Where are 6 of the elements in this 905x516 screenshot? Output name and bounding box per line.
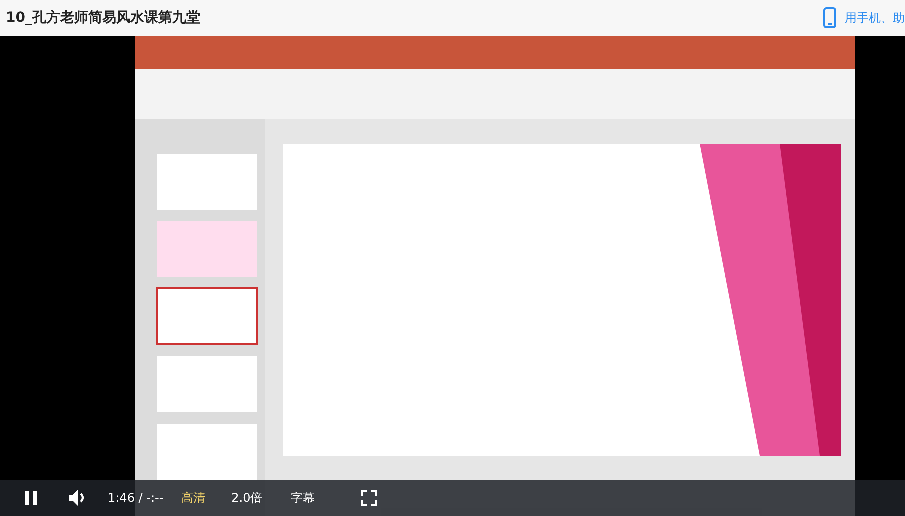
video-title: 10_孔方老师简易风水课第九堂 <box>6 9 200 27</box>
speed-button[interactable]: 2.0倍 <box>228 488 267 508</box>
quality-button[interactable]: 高清 <box>178 488 210 508</box>
phone-icon[interactable] <box>823 7 837 29</box>
playback-time: 1:46 / -:-- <box>108 491 164 505</box>
subtitles-button[interactable]: 字幕 <box>286 488 319 508</box>
